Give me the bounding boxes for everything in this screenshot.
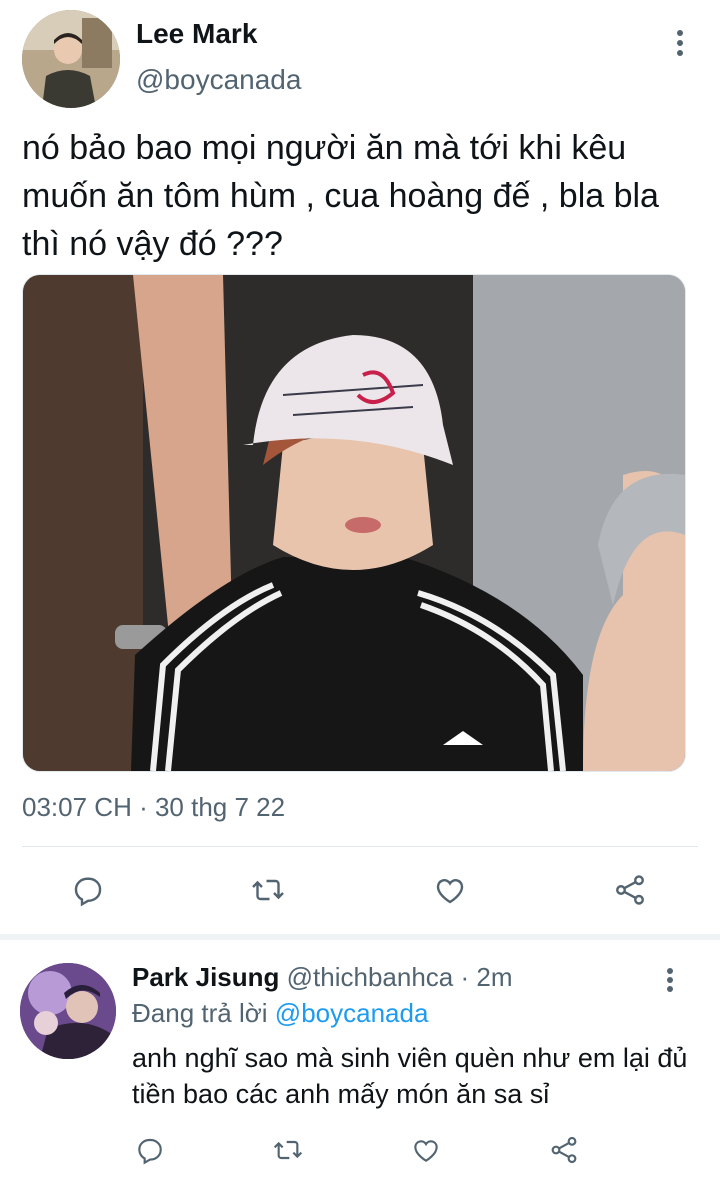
share-icon[interactable]	[542, 1128, 586, 1172]
author-handle[interactable]: @boycanada	[136, 64, 301, 96]
reply-icon[interactable]	[128, 1128, 172, 1172]
tweet-text: nó bảo bao mọi người ăn mà tới khi kêu m…	[22, 129, 659, 263]
reply-text: anh nghĩ sao mà sinh viên quèn như em lạ…	[132, 1043, 688, 1109]
tweet-image[interactable]	[22, 274, 686, 772]
divider	[22, 846, 698, 847]
replying-mention[interactable]: @boycanada	[275, 998, 429, 1028]
reply-author-name[interactable]: Park Jisung	[132, 962, 279, 992]
replying-to: Đang trả lời @boycanada	[132, 998, 428, 1029]
reply-author-avatar[interactable]	[20, 963, 116, 1059]
more-options-icon[interactable]	[672, 28, 688, 58]
reply-icon[interactable]	[66, 868, 110, 912]
retweet-icon[interactable]	[246, 868, 290, 912]
share-icon[interactable]	[608, 868, 652, 912]
reply-author-handle[interactable]: @thichbanhca	[287, 962, 454, 992]
reply-header: Park Jisung @thichbanhca · 2m	[132, 962, 513, 993]
reply-time: · 2m	[460, 962, 513, 992]
section-divider	[0, 934, 720, 940]
like-icon[interactable]	[428, 868, 472, 912]
replying-prefix: Đang trả lời	[132, 998, 268, 1028]
like-icon[interactable]	[404, 1128, 448, 1172]
author-name[interactable]: Lee Mark	[136, 18, 257, 50]
author-avatar[interactable]	[22, 10, 120, 108]
retweet-icon[interactable]	[266, 1128, 310, 1172]
more-options-icon[interactable]	[662, 966, 678, 994]
tweet-timestamp[interactable]: 03:07 CH · 30 thg 7 22	[22, 792, 285, 823]
